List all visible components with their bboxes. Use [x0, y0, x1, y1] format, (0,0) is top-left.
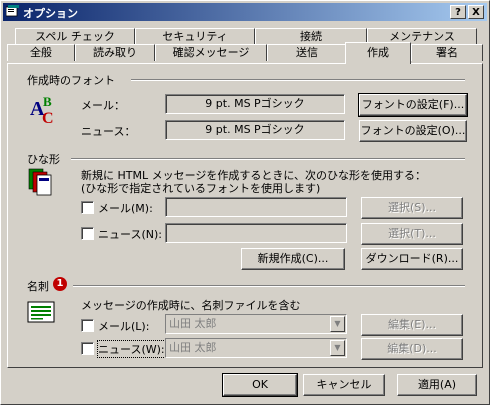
news-font-display: 9 pt. MS Pゴシック [165, 120, 345, 140]
stationery-heading: ひな形 [27, 153, 60, 166]
ok-button[interactable]: OK [222, 373, 298, 397]
stationery-news-checkbox[interactable] [81, 227, 94, 240]
tab-general[interactable]: 全般 [7, 44, 75, 61]
svg-text:B: B [43, 94, 52, 109]
stationery-mail-label: メール(M): [98, 202, 153, 215]
tab-send[interactable]: 送信 [267, 44, 347, 61]
stationery-description-2: (ひな形で指定されているフォントを使用します) [81, 182, 321, 195]
help-button[interactable]: ? [450, 5, 466, 19]
chevron-down-icon[interactable]: ▼ [330, 316, 345, 332]
tab-receipts[interactable]: 確認メッセージ [155, 44, 267, 61]
fonts-mail-label: メール： [81, 99, 125, 112]
title-bar: オプション ? X [3, 3, 487, 21]
new-stationery-button[interactable]: 新規作成(C)... [241, 248, 345, 270]
apply-button[interactable]: 適用(A) [397, 374, 477, 396]
stationery-icon [28, 168, 52, 196]
fonts-news-label: ニュース： [81, 125, 136, 138]
svg-text:C: C [42, 110, 54, 125]
tab-read[interactable]: 読み取り [75, 44, 155, 61]
stationery-news-select-button[interactable]: 選択(T)... [361, 223, 463, 245]
business-card-news-label: ニュース(W): [97, 340, 166, 358]
business-card-news-select[interactable]: 山田 太郎 ▼ [165, 338, 347, 358]
stationery-mail-field [165, 197, 347, 217]
business-card-mail-checkbox[interactable] [81, 319, 94, 332]
news-font-settings-button[interactable]: フォントの設定(O)... [359, 120, 467, 142]
stationery-news-label: ニュース(N): [98, 228, 162, 241]
chevron-down-icon[interactable]: ▼ [330, 340, 345, 356]
business-card-divider [73, 285, 465, 287]
tab-signatures[interactable]: 署名 [411, 44, 483, 61]
app-icon [6, 5, 19, 17]
business-card-heading: 名刺 [27, 280, 49, 293]
business-card-description: メッセージの作成時に、名刺ファイルを含む [81, 299, 301, 312]
tab-spellcheck[interactable]: スペル チェック [15, 28, 135, 45]
stationery-mail-checkbox[interactable] [81, 201, 94, 214]
fonts-heading: 作成時のフォント [27, 74, 115, 87]
stationery-news-field [165, 223, 347, 243]
business-card-news-value: 山田 太郎 [169, 341, 217, 354]
options-dialog: オプション ? X スペル チェック セキュリティ 接続 メンテナンス 全般 読… [0, 0, 490, 405]
annotation-badge: 1 [53, 277, 67, 291]
stationery-divider [71, 158, 465, 160]
font-abc-icon: A B C [30, 94, 54, 125]
business-card-icon [27, 301, 55, 323]
business-card-mail-value: 山田 太郎 [169, 317, 217, 330]
business-card-mail-select[interactable]: 山田 太郎 ▼ [165, 314, 347, 334]
fonts-divider [131, 79, 465, 81]
business-card-mail-edit-button[interactable]: 編集(E)... [361, 314, 463, 336]
business-card-news-edit-button[interactable]: 編集(D)... [361, 338, 463, 360]
mail-font-display: 9 pt. MS Pゴシック [165, 94, 345, 114]
mail-font-settings-button[interactable]: フォントの設定(F)... [358, 93, 468, 117]
business-card-news-checkbox[interactable] [81, 342, 94, 355]
tab-security[interactable]: セキュリティ [135, 28, 255, 45]
tab-compose[interactable]: 作成 [345, 42, 411, 64]
stationery-mail-select-button[interactable]: 選択(S)... [361, 197, 463, 219]
close-button[interactable]: X [468, 5, 484, 19]
business-card-mail-label: メール(L): [98, 320, 150, 333]
window-title: オプション [23, 7, 78, 20]
download-stationery-button[interactable]: ダウンロード(R)... [361, 248, 463, 270]
cancel-button[interactable]: キャンセル [303, 374, 385, 396]
